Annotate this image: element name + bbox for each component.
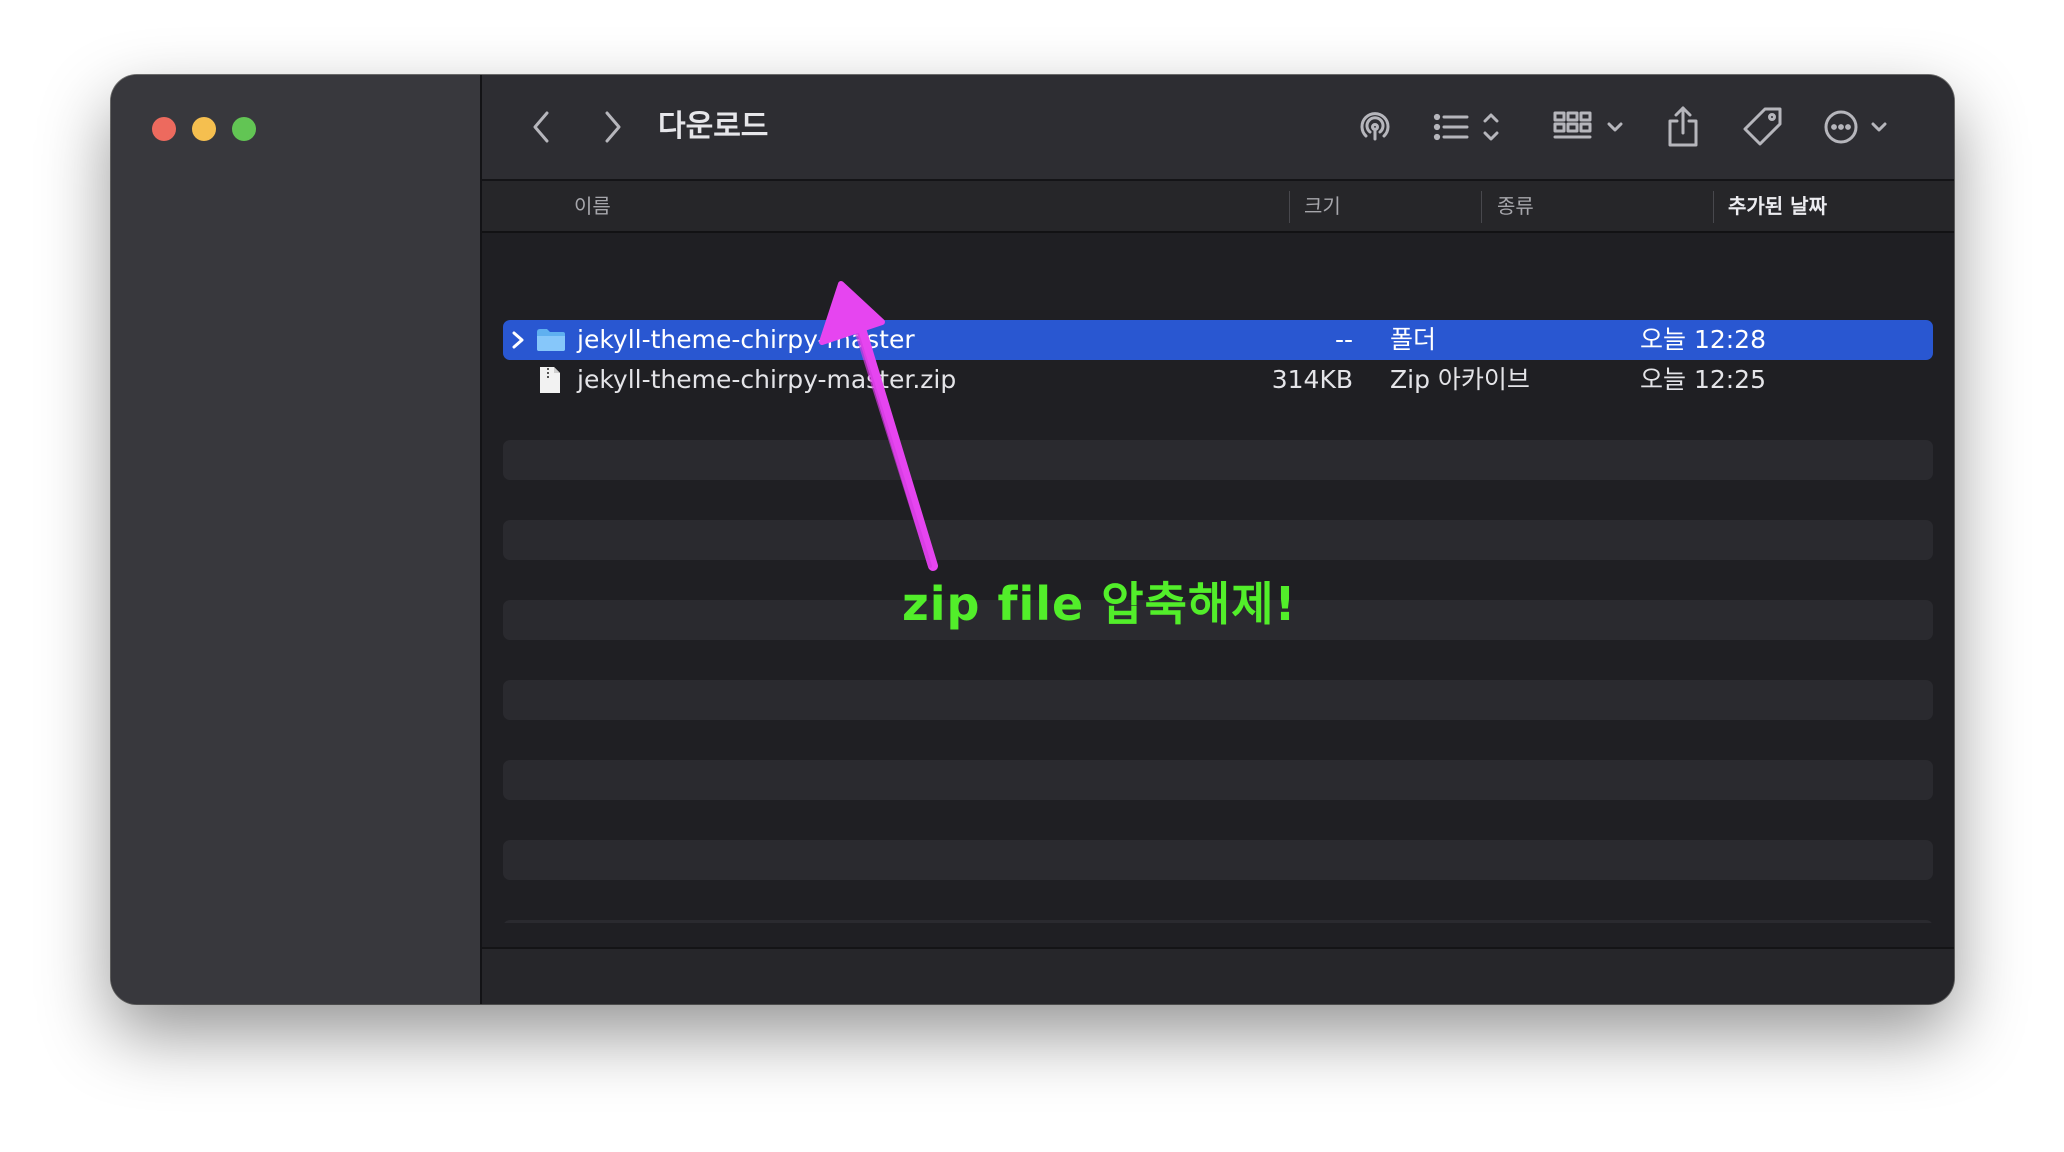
annotation-text: zip file 압축해제! [902, 577, 1297, 631]
